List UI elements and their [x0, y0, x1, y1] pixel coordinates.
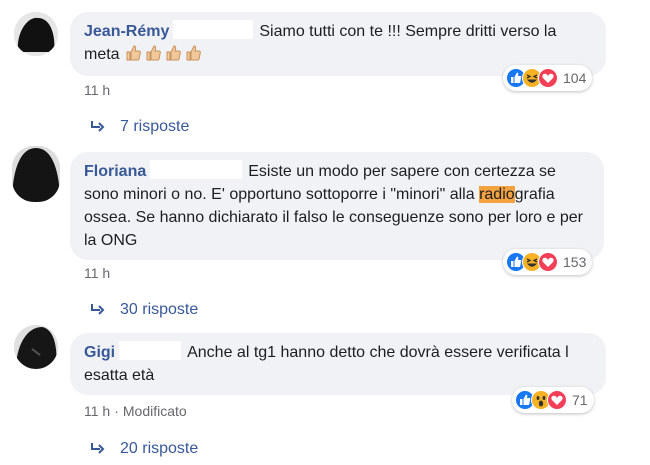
- timestamp-link[interactable]: 11 h: [84, 265, 110, 281]
- author-name[interactable]: Jean-Rémy: [84, 23, 169, 40]
- highlighted-text: radio: [479, 186, 515, 203]
- thumbs-up-icon: [186, 45, 201, 61]
- replies-count-label: 30 risposte: [120, 301, 199, 318]
- redacted-surname: [150, 160, 243, 179]
- reply-arrow-icon: [91, 443, 105, 454]
- comment-bubble: Gigi Anche al tg1 hanno detto che dovrà e…: [70, 333, 606, 395]
- author-name[interactable]: Gigi: [84, 344, 115, 361]
- timestamp-link[interactable]: 11 h: [84, 82, 110, 98]
- avatar[interactable]: [14, 12, 58, 56]
- thumbs-up-icon: [146, 45, 161, 61]
- thumbs-up-emojis: [124, 43, 204, 66]
- avatar[interactable]: [12, 146, 60, 202]
- reaction-count: 153: [563, 254, 587, 270]
- replies-count-label: 7 risposte: [120, 118, 190, 135]
- love-icon: [538, 68, 558, 88]
- comment-meta: 11 h: [84, 265, 110, 281]
- love-icon: [547, 390, 567, 410]
- view-replies-link[interactable]: 30 risposte: [90, 301, 198, 319]
- reply-arrow-icon: [91, 121, 105, 132]
- comment-jean-remy: Jean-Rémy Siamo tutti con te !!! Sempre d…: [0, 0, 650, 140]
- view-replies-link[interactable]: 20 risposte: [90, 440, 198, 458]
- reaction-count: 104: [563, 70, 587, 86]
- redacted-surname: [173, 20, 254, 39]
- reply-arrow-icon: [91, 304, 105, 315]
- redacted-surname: [119, 341, 182, 360]
- comment-meta: 11 h: [84, 82, 110, 98]
- timestamp-link[interactable]: 11 h: [84, 403, 110, 419]
- thumbs-up-icon: [166, 45, 181, 61]
- reactions-summary[interactable]: 71: [512, 387, 594, 413]
- comment-floriana: Floriana Esiste un modo per sapere con ce…: [0, 140, 650, 325]
- meta-separator: ·: [114, 403, 119, 419]
- comment-meta: 11 h · Modificato: [84, 403, 187, 419]
- comment-bubble: Floriana Esiste un modo per sapere con ce…: [70, 152, 604, 260]
- reactions-summary[interactable]: 104: [503, 65, 593, 91]
- reaction-count: 71: [572, 392, 588, 408]
- thumbs-up-icon: [126, 45, 141, 61]
- love-icon: [538, 252, 558, 272]
- view-replies-link[interactable]: 7 risposte: [90, 118, 189, 136]
- edited-label[interactable]: Modificato: [123, 403, 187, 419]
- comment-gigi: Gigi Anche al tg1 hanno detto che dovrà e…: [0, 325, 650, 465]
- author-name[interactable]: Floriana: [84, 163, 146, 180]
- avatar[interactable]: [14, 325, 58, 369]
- reactions-summary[interactable]: 153: [503, 249, 593, 275]
- replies-count-label: 20 risposte: [120, 440, 199, 457]
